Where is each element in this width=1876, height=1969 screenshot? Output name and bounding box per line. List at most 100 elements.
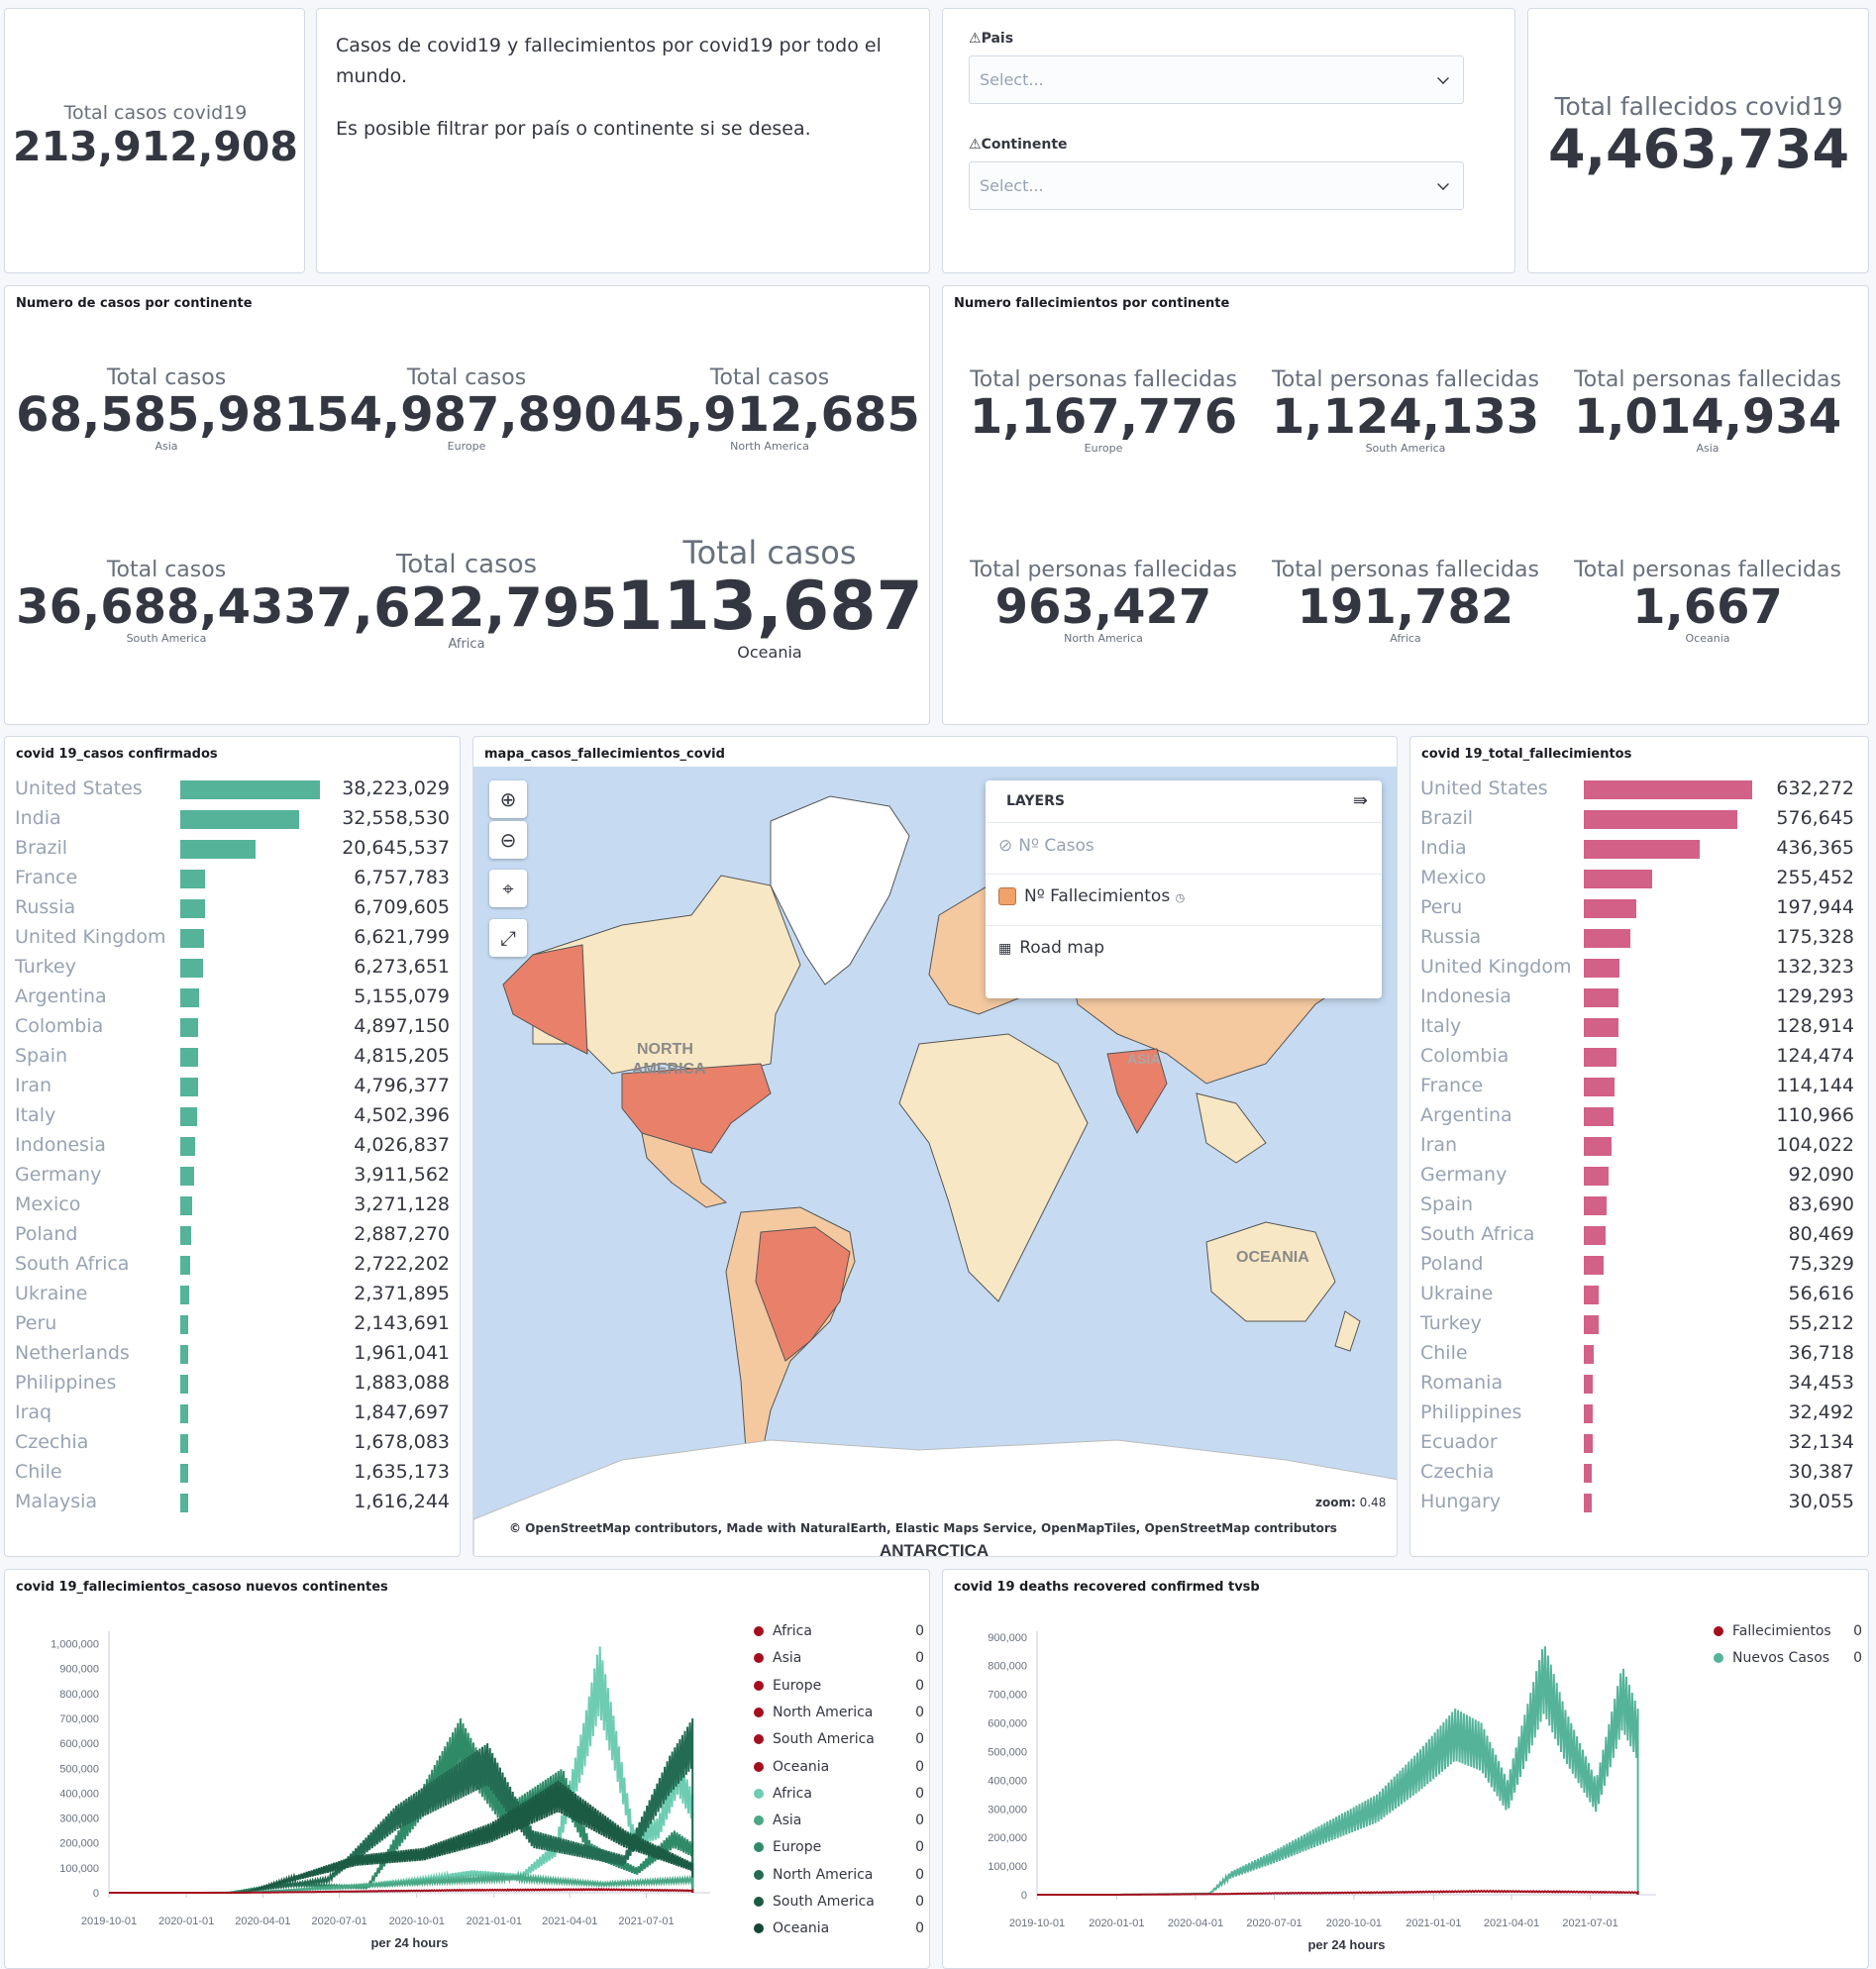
legend-item[interactable]: Nuevos Casos 0 <box>1714 1650 1862 1666</box>
bar[interactable] <box>1584 1256 1605 1275</box>
bar-row[interactable]: Iran 4,796,377 <box>5 1075 460 1104</box>
bar[interactable] <box>180 1434 188 1453</box>
bar-row[interactable]: United States 632,272 <box>1410 777 1868 807</box>
bar-row[interactable]: Colombia 124,474 <box>1410 1045 1868 1075</box>
bar[interactable] <box>1584 1345 1594 1364</box>
bar-row[interactable]: Germany 3,911,562 <box>5 1164 460 1193</box>
bar-row[interactable]: India 436,365 <box>1410 837 1868 867</box>
bar[interactable] <box>180 810 300 829</box>
bar-row[interactable]: Iraq 1,847,697 <box>5 1401 460 1431</box>
bar-row[interactable]: India 32,558,530 <box>5 807 460 837</box>
bar[interactable] <box>180 870 205 888</box>
bar[interactable] <box>180 1167 195 1186</box>
bar[interactable] <box>1584 810 1738 829</box>
bar[interactable] <box>1584 1494 1593 1512</box>
zoom-in-button[interactable]: ⊕ <box>489 780 527 818</box>
bar[interactable] <box>180 1196 193 1215</box>
legend-item[interactable]: North America 0 <box>754 1705 924 1720</box>
bar-row[interactable]: Russia 6,709,605 <box>5 896 460 926</box>
bar[interactable] <box>1584 959 1619 978</box>
bar-row[interactable]: Mexico 255,452 <box>1410 867 1868 896</box>
series-line-deaths[interactable] <box>109 1887 694 1894</box>
collapse-layers-icon[interactable]: ⇛ <box>1353 790 1368 811</box>
bar-row[interactable]: Ecuador 32,134 <box>1410 1431 1868 1461</box>
bar-row[interactable]: Czechia 30,387 <box>1410 1461 1868 1491</box>
bar[interactable] <box>1584 899 1637 918</box>
bar[interactable] <box>180 1048 198 1067</box>
series-line-fallecimientos[interactable] <box>1037 1889 1639 1896</box>
bar[interactable] <box>1584 1286 1600 1304</box>
bar[interactable] <box>180 1226 191 1245</box>
legend-item[interactable]: Europe 0 <box>754 1678 924 1694</box>
bar-row[interactable]: Poland 75,329 <box>1410 1253 1868 1283</box>
bar[interactable] <box>1584 1315 1599 1334</box>
bar-row[interactable]: Russia 175,328 <box>1410 926 1868 956</box>
bar-row[interactable]: Argentina 5,155,079 <box>5 985 460 1015</box>
legend-item[interactable]: Oceania 0 <box>754 1759 924 1775</box>
bar[interactable] <box>180 1375 188 1394</box>
layer-casos[interactable]: ⊘ Nº Casos <box>998 836 1094 856</box>
bar[interactable] <box>1584 1404 1593 1423</box>
bar[interactable] <box>1584 1018 1618 1037</box>
bar[interactable] <box>180 1315 188 1334</box>
bar-row[interactable]: Philippines 1,883,088 <box>5 1372 460 1401</box>
bar-row[interactable]: Iran 104,022 <box>1410 1134 1868 1164</box>
bar[interactable] <box>180 1345 188 1364</box>
legend-item[interactable]: Asia 0 <box>754 1650 924 1666</box>
bar-row[interactable]: Peru 197,944 <box>1410 896 1868 926</box>
bar[interactable] <box>1584 1107 1614 1126</box>
bar-row[interactable]: Philippines 32,492 <box>1410 1401 1868 1431</box>
legend-item[interactable]: Oceania 0 <box>754 1920 924 1936</box>
legend-item[interactable]: Fallecimientos 0 <box>1714 1623 1862 1639</box>
bar-row[interactable]: Brazil 20,645,537 <box>5 837 460 867</box>
bar[interactable] <box>180 929 205 948</box>
bar[interactable] <box>180 1464 188 1483</box>
bar[interactable] <box>1584 929 1631 948</box>
bar[interactable] <box>180 899 205 918</box>
bar-row[interactable]: United Kingdom 6,621,799 <box>5 926 460 956</box>
bar-row[interactable]: South Africa 80,469 <box>1410 1223 1868 1253</box>
bar[interactable] <box>180 840 257 859</box>
layer-fallecimientos[interactable]: Nº Fallecimientos ◷ <box>998 886 1185 906</box>
bar[interactable] <box>180 1107 197 1126</box>
bar[interactable] <box>1584 1137 1612 1156</box>
bar[interactable] <box>180 1256 191 1275</box>
bar-row[interactable]: Turkey 55,212 <box>1410 1312 1868 1342</box>
bar[interactable] <box>180 959 204 978</box>
bar[interactable] <box>180 1137 195 1156</box>
bar[interactable] <box>1584 1167 1609 1186</box>
country-select[interactable]: Select... <box>969 55 1464 104</box>
bar-row[interactable]: Mexico 3,271,128 <box>5 1193 460 1223</box>
bar[interactable] <box>180 1404 188 1423</box>
bar[interactable] <box>180 1286 189 1304</box>
bar-row[interactable]: Germany 92,090 <box>1410 1164 1868 1193</box>
legend-item[interactable]: Africa 0 <box>754 1786 924 1802</box>
bar-row[interactable]: Ukraine 56,616 <box>1410 1283 1868 1312</box>
bar[interactable] <box>1584 1375 1594 1394</box>
bar-row[interactable]: Colombia 4,897,150 <box>5 1015 460 1045</box>
set-view-button[interactable]: ⌖ <box>489 870 527 907</box>
bar[interactable] <box>180 1494 188 1512</box>
bar[interactable] <box>1584 840 1701 859</box>
bar-row[interactable]: Brazil 576,645 <box>1410 807 1868 837</box>
bar-row[interactable]: Spain 4,815,205 <box>5 1045 460 1075</box>
layer-road-map[interactable]: ▦ Road map <box>998 938 1104 958</box>
continents-line-chart[interactable]: 0 100,000 200,000 300,000 400,000 500,000 600,… <box>5 1604 738 1969</box>
bar-row[interactable]: Romania 34,453 <box>1410 1372 1868 1401</box>
bar-row[interactable]: Chile 1,635,173 <box>5 1461 460 1491</box>
bar-row[interactable]: Peru 2,143,691 <box>5 1312 460 1342</box>
bar[interactable] <box>1584 1434 1593 1453</box>
bar-row[interactable]: France 114,144 <box>1410 1075 1868 1104</box>
deaths-cases-line-chart[interactable]: 0 100,000 200,000 300,000 400,000 500,000 600,… <box>943 1604 1676 1969</box>
bar-row[interactable]: Czechia 1,678,083 <box>5 1431 460 1461</box>
legend-item[interactable]: South America 0 <box>754 1894 924 1910</box>
map-canvas[interactable]: NORTH AMERICA ASIA OCEANIA ANTARCTICA ⊕ … <box>473 767 1397 1556</box>
zoom-out-button[interactable]: ⊖ <box>489 821 527 859</box>
bar[interactable] <box>1584 780 1752 799</box>
legend-item[interactable]: North America 0 <box>754 1867 924 1883</box>
bar[interactable] <box>1584 1048 1617 1067</box>
bar-row[interactable]: Malaysia 1,616,244 <box>5 1491 460 1520</box>
bar-row[interactable]: France 6,757,783 <box>5 867 460 896</box>
bar-row[interactable]: United Kingdom 132,323 <box>1410 956 1868 985</box>
bar[interactable] <box>180 1078 198 1096</box>
